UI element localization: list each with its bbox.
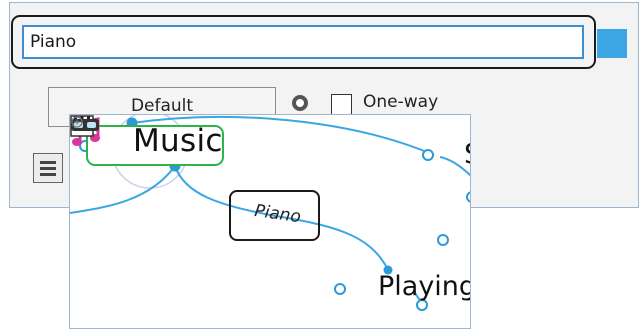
oneway-label: One-way: [363, 92, 439, 112]
zoom-icon[interactable]: [70, 115, 86, 131]
connector-port[interactable]: [437, 234, 449, 246]
node-music-label: Music: [133, 123, 223, 159]
mindmap-canvas[interactable]: Music Piano Playing S: [69, 114, 471, 329]
callout-highlight-link-label: [229, 190, 320, 241]
link-color-swatch[interactable]: [597, 29, 627, 58]
node-partial-label[interactable]: S: [464, 137, 470, 170]
direction-radio[interactable]: [292, 95, 308, 111]
connector-port[interactable]: [334, 283, 346, 295]
connector-port[interactable]: [466, 191, 471, 203]
oneway-checkbox[interactable]: [331, 94, 352, 115]
connector-port[interactable]: [422, 149, 434, 161]
hamburger-menu-icon[interactable]: [33, 153, 63, 183]
link-label-input[interactable]: [22, 25, 584, 59]
link-music-left[interactable]: [70, 165, 176, 214]
node-playing-label[interactable]: Playing: [378, 271, 470, 302]
